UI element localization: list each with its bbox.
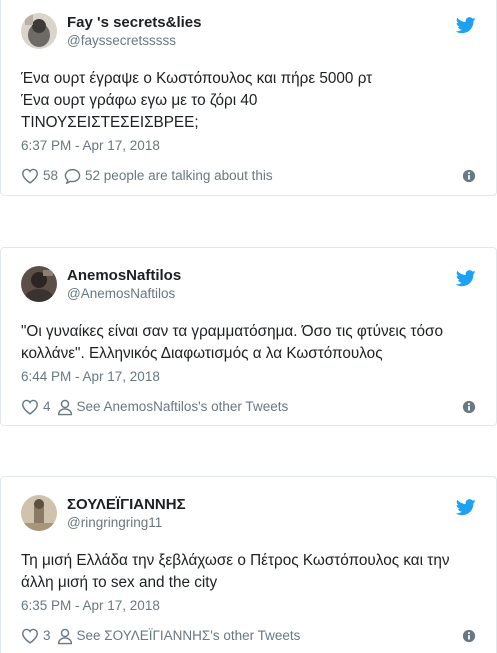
person-icon	[57, 628, 72, 644]
tweet-actions: 4 See AnemosNaftilos's other Tweets	[21, 396, 476, 418]
heart-icon	[21, 399, 39, 415]
avatar[interactable]	[21, 266, 57, 302]
user-handle[interactable]: @AnemosNaftilos	[67, 285, 181, 303]
timestamp-link[interactable]: 6:37 PM - Apr 17, 2018	[21, 136, 160, 156]
timestamp-link[interactable]: 6:44 PM - Apr 17, 2018	[21, 367, 160, 387]
tweet-card: Fay 's secrets&lies @fayssecretsssss Ένα…	[0, 0, 497, 196]
tweet-actions: 58 52 people are talking about this	[21, 165, 476, 187]
tweet-text: Ένα ουρτ έγραψε ο Κωστόπουλος και πήρε 5…	[21, 70, 373, 131]
info-icon[interactable]	[462, 400, 476, 414]
user-handle[interactable]: @ringringring11	[67, 514, 186, 532]
avatar[interactable]	[21, 13, 57, 49]
display-name[interactable]: Fay 's secrets&lies	[67, 14, 202, 32]
reply-bubble-icon	[64, 168, 81, 184]
like-action[interactable]: 4	[21, 398, 51, 416]
avatar[interactable]	[21, 495, 57, 531]
tweet-header: AnemosNaftilos @AnemosNaftilos	[21, 262, 476, 306]
tweet-text: Τη μισή Ελλάδα την ξεβλάχωσε ο Πέτρος Κω…	[21, 552, 450, 591]
tweet-card: AnemosNaftilos @AnemosNaftilos "Οι γυναί…	[0, 247, 497, 426]
conversation-link[interactable]: 52 people are talking about this	[85, 167, 273, 185]
tweet-header: ΣΟΥΛΕΪΓΙΑΝΝΗΣ @ringringring11	[21, 491, 476, 535]
like-action[interactable]: 58	[21, 167, 58, 185]
profile-action[interactable]: See AnemosNaftilos's other Tweets	[57, 398, 289, 416]
display-name[interactable]: ΣΟΥΛΕΪΓΙΑΝΝΗΣ	[67, 496, 186, 514]
like-count: 3	[43, 628, 51, 643]
other-tweets-link[interactable]: See AnemosNaftilos's other Tweets	[77, 398, 289, 416]
twitter-bird-icon[interactable]	[456, 499, 476, 516]
heart-icon	[21, 628, 39, 644]
tweet-actions: 3 See ΣΟΥΛΕΪΓΙΑΝΝΗΣ's other Tweets	[21, 625, 476, 647]
info-icon[interactable]	[462, 629, 476, 643]
tweet-header: Fay 's secrets&lies @fayssecretsssss	[21, 9, 476, 53]
tweet-text: "Οι γυναίκες είναι σαν τα γραμματόσημα. …	[21, 323, 443, 362]
profile-action[interactable]: See ΣΟΥΛΕΪΓΙΑΝΝΗΣ's other Tweets	[57, 627, 301, 645]
other-tweets-link[interactable]: See ΣΟΥΛΕΪΓΙΑΝΝΗΣ's other Tweets	[77, 627, 301, 645]
like-action[interactable]: 3	[21, 627, 51, 645]
user-handle[interactable]: @fayssecretsssss	[67, 32, 202, 50]
person-icon	[57, 399, 72, 415]
twitter-bird-icon[interactable]	[456, 17, 476, 34]
like-count: 58	[43, 168, 59, 183]
display-name[interactable]: AnemosNaftilos	[67, 267, 181, 285]
twitter-bird-icon[interactable]	[456, 270, 476, 287]
heart-icon	[21, 168, 39, 184]
like-count: 4	[43, 399, 51, 414]
info-icon[interactable]	[462, 169, 476, 183]
conversation-action[interactable]: 52 people are talking about this	[64, 167, 273, 185]
tweet-card: ΣΟΥΛΕΪΓΙΑΝΝΗΣ @ringringring11 Τη μισή Ελ…	[0, 476, 497, 653]
timestamp-link[interactable]: 6:35 PM - Apr 17, 2018	[21, 596, 160, 616]
